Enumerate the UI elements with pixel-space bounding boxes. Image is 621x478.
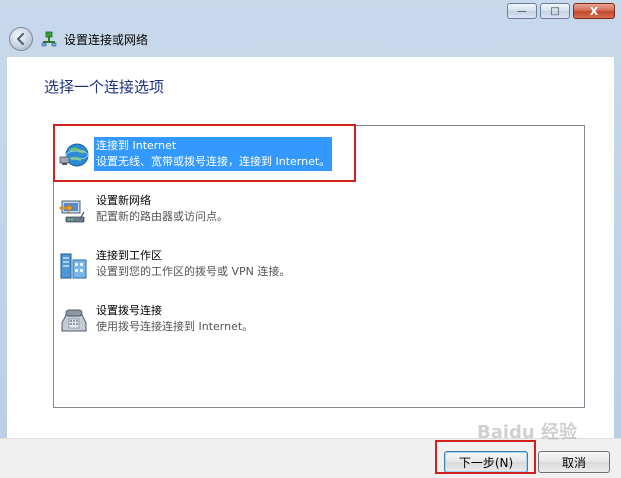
maximize-button[interactable]: □ <box>540 3 570 19</box>
option-dialup[interactable]: 设置拨号连接 使用拨号连接连接到 Internet。 <box>58 302 255 346</box>
option-title: 连接到工作区 <box>96 249 162 262</box>
option-description: 设置无线、宽带或拨号连接，连接到 Internet。 <box>96 155 331 168</box>
router-setup-icon <box>58 195 90 227</box>
option-text: 连接到 Internet 设置无线、宽带或拨号连接，连接到 Internet。 <box>94 137 333 171</box>
option-description: 配置新的路由器或访问点。 <box>96 210 228 223</box>
dialog-footer: 下一步(N) 取消 <box>0 438 621 478</box>
caption-buttons: — □ X <box>507 3 615 19</box>
option-text: 连接到工作区 设置到您的工作区的拨号或 VPN 连接。 <box>94 247 292 281</box>
close-button[interactable]: X <box>573 3 615 19</box>
option-text: 设置新网络 配置新的路由器或访问点。 <box>94 192 230 226</box>
dialup-phone-icon <box>58 305 90 337</box>
window-title: 设置连接或网络 <box>64 32 149 47</box>
option-description: 设置到您的工作区的拨号或 VPN 连接。 <box>96 265 291 278</box>
cancel-button[interactable]: 取消 <box>538 451 610 473</box>
option-connect-internet[interactable]: 连接到 Internet 设置无线、宽带或拨号连接，连接到 Internet。 <box>58 137 333 181</box>
page-heading: 选择一个连接选项 <box>44 78 165 96</box>
option-title: 连接到 Internet <box>96 139 177 152</box>
option-description: 使用拨号连接连接到 Internet。 <box>96 320 254 333</box>
network-setup-icon <box>41 31 57 47</box>
back-arrow-icon <box>16 32 25 46</box>
option-title: 设置新网络 <box>96 194 151 207</box>
next-button[interactable]: 下一步(N) <box>444 451 528 473</box>
option-title: 设置拨号连接 <box>96 304 162 317</box>
content-pane: 选择一个连接选项 连接到 Internet 设置无线、宽带或拨号连接，连接到 I… <box>7 57 614 438</box>
nav-bar: 设置连接或网络 <box>0 24 621 54</box>
option-connect-workplace[interactable]: 连接到工作区 设置到您的工作区的拨号或 VPN 连接。 <box>58 247 292 291</box>
option-text: 设置拨号连接 使用拨号连接连接到 Internet。 <box>94 302 255 336</box>
back-button[interactable] <box>9 27 33 51</box>
connection-option-list: 连接到 Internet 设置无线、宽带或拨号连接，连接到 Internet。 <box>53 125 585 408</box>
connection-wizard-window: — □ X 设置连接或网络 选择一个连接选项 连接到 Internet 设置无线… <box>0 0 621 478</box>
minimize-button[interactable]: — <box>507 3 537 19</box>
workplace-server-icon <box>58 250 90 282</box>
option-new-network[interactable]: 设置新网络 配置新的路由器或访问点。 <box>58 192 230 236</box>
globe-network-icon <box>58 140 90 172</box>
